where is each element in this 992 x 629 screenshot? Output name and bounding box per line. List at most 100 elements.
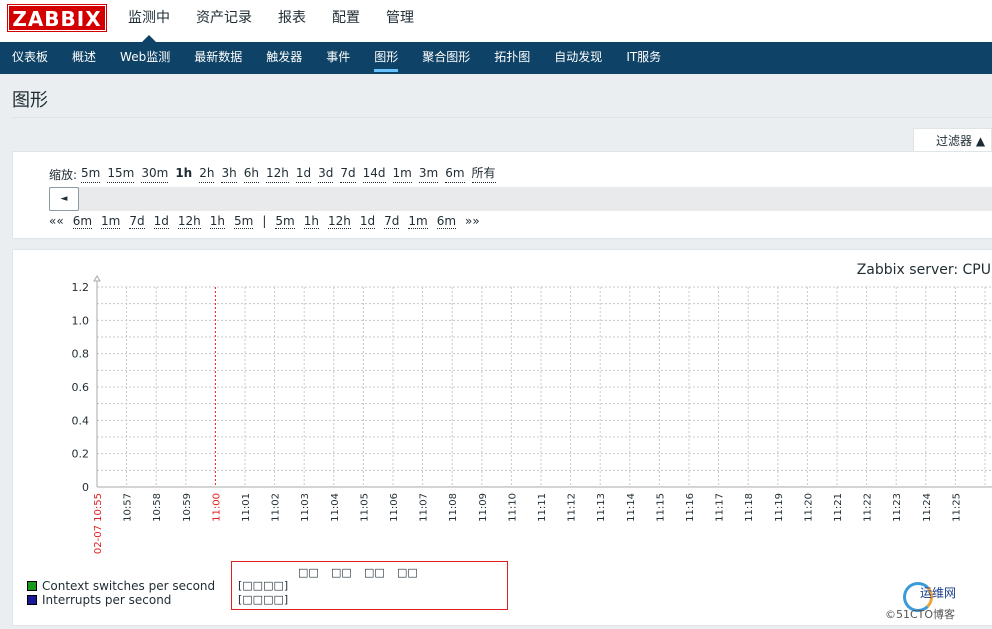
x-tick-label: 10:58 <box>152 493 163 522</box>
x-tick-label: 11:08 <box>448 493 459 522</box>
nav-back-option[interactable]: 6m <box>72 214 93 229</box>
y-tick-label: 0.8 <box>72 348 90 361</box>
legend-item-context-switches: Context switches per second <box>27 579 215 593</box>
x-tick-label: 11:15 <box>655 493 666 522</box>
x-tick-label: 11:19 <box>774 493 785 522</box>
x-tick-label: 11:07 <box>419 493 430 522</box>
subnav-item[interactable]: 事件 <box>314 42 362 74</box>
subnav-item[interactable]: 触发器 <box>254 42 314 74</box>
time-scrollbar[interactable]: ◄ <box>49 187 992 211</box>
filter-toggle-tab[interactable]: 过滤器 ▲ <box>913 128 992 152</box>
zoom-option[interactable]: 3h <box>221 166 237 183</box>
zoom-option[interactable]: 1d <box>295 166 312 183</box>
x-tick-label: 11:22 <box>863 493 874 522</box>
nav-forward-option[interactable]: 1h <box>303 214 319 229</box>
top-menu: 监测中 资产记录 报表 配置 管理 <box>118 0 430 42</box>
nav-back-option[interactable]: 12h <box>177 214 201 229</box>
legend-swatch-green <box>27 581 37 591</box>
subnav-item[interactable]: 聚合图形 <box>410 42 482 74</box>
nav-back-option[interactable]: 1m <box>101 214 121 229</box>
x-tick-label: 11:21 <box>833 493 844 522</box>
subnav-item[interactable]: IT服务 <box>614 42 673 74</box>
zoom-label: 缩放: <box>49 168 78 182</box>
nav-forward-option[interactable]: 7d <box>384 214 400 229</box>
nav-forward-option[interactable]: 1m <box>408 214 428 229</box>
legend-stats-table: □□ □□ □□ □□ [□□□□] [□□□□] <box>231 561 508 610</box>
x-tick-label: 11:24 <box>922 493 933 522</box>
zoom-option[interactable]: 6m <box>445 166 465 183</box>
zabbix-logo[interactable]: ZABBIX <box>7 4 107 32</box>
x-tick-label: 11:02 <box>271 493 282 522</box>
x-tick-label: 11:20 <box>803 493 814 522</box>
stats-col: □□ <box>331 566 352 579</box>
y-tick-label: 0.6 <box>72 381 90 394</box>
zoom-option[interactable]: 14d <box>362 166 386 183</box>
subnav-item[interactable]: 概述 <box>60 42 108 74</box>
y-tick-label: 1.0 <box>72 314 90 327</box>
watermark-text: 运维网 <box>920 586 957 600</box>
subnav-item[interactable]: 自动发现 <box>542 42 614 74</box>
nav-forward-option[interactable]: 12h <box>327 214 351 229</box>
x-tick-label: 11:11 <box>537 493 548 522</box>
zoom-option[interactable]: 2h <box>199 166 215 183</box>
zoom-option[interactable]: 30m <box>141 166 169 183</box>
sub-navigation: 仪表板 概述 Web监测 最新数据 触发器 事件 图形 聚合图形 拓扑图 自动发现 IT服务 <box>0 42 992 74</box>
x-tick-label: 11:03 <box>300 493 311 522</box>
x-tick-label: 10:57 <box>123 493 134 522</box>
x-tick-label: 11:25 <box>951 493 962 522</box>
subnav-item[interactable]: 拓扑图 <box>482 42 542 74</box>
x-tick-label: 11:16 <box>685 493 696 522</box>
zoom-option[interactable]: 3m <box>418 166 439 183</box>
x-tick-label: 11:04 <box>330 493 341 522</box>
x-tick-label: 11:18 <box>744 493 755 522</box>
nav-back-arrows[interactable]: «« <box>49 214 64 229</box>
stats-row: [□□□□] <box>238 593 289 606</box>
nav-forward-option[interactable]: 5m <box>275 214 295 229</box>
time-nav-row: «« 6m 1m 7d 1d 12h 1h 5m | 5m 1h 12h 1d 7d 1m 6m »» <box>49 214 489 229</box>
legend-swatch-blue <box>27 595 37 605</box>
x-tick-label: 11:05 <box>359 493 370 522</box>
top-menu-item[interactable]: 配置 <box>322 0 370 42</box>
y-tick-label: 0.2 <box>72 448 90 461</box>
stats-col: □□ <box>397 566 418 579</box>
nav-back-option[interactable]: 1d <box>153 214 169 229</box>
zoom-option[interactable]: 6h <box>243 166 259 183</box>
zoom-option[interactable]: 12h <box>265 166 289 183</box>
zoom-option[interactable]: 1h <box>175 166 192 183</box>
nav-forward-arrows[interactable]: »» <box>465 214 480 229</box>
nav-back-option[interactable]: 5m <box>234 214 254 229</box>
nav-forward-option[interactable]: 6m <box>436 214 457 229</box>
subnav-item[interactable]: 图形 <box>362 42 410 74</box>
zoom-option[interactable]: 1m <box>392 166 412 183</box>
zoom-option[interactable]: 7d <box>340 166 356 183</box>
subnav-item[interactable]: 最新数据 <box>182 42 254 74</box>
stats-row: [□□□□] <box>238 579 289 592</box>
filter-panel: 缩放: 5m 15m 30m 1h 2h 3h 6h 12h 1d 3d 7d 14d 1m 3m 6m 所有… <box>12 151 992 239</box>
stats-col: □□ <box>298 566 319 579</box>
zoom-option[interactable]: 15m <box>107 166 135 183</box>
stats-header: □□ □□ □□ □□ <box>298 566 430 579</box>
nav-back-option[interactable]: 7d <box>129 214 145 229</box>
zoom-option[interactable]: 3d <box>318 166 334 183</box>
scroll-left-button[interactable]: ◄ <box>49 187 79 211</box>
y-tick-label: 0 <box>82 481 89 494</box>
x-tick-label: 11:01 <box>241 493 252 522</box>
subnav-item[interactable]: 仪表板 <box>0 42 60 74</box>
nav-forward-option[interactable]: 1d <box>359 214 376 229</box>
y-tick-label: 0.4 <box>72 414 90 427</box>
subnav-item[interactable]: Web监测 <box>108 42 182 74</box>
zoom-row: 缩放: 5m 15m 30m 1h 2h 3h 6h 12h 1d 3d 7d 14d 1m 3m 6m 所有 <box>49 166 503 183</box>
top-menu-item[interactable]: 报表 <box>268 0 316 42</box>
graph-panel: 0 0.2 0.4 0.6 0.8 1.0 1.2 02-07 10:55 10:57 10:58… <box>12 249 992 626</box>
zoom-option[interactable]: 5m <box>81 166 101 183</box>
zoom-option[interactable]: 所有 <box>471 166 496 183</box>
page-title: 图形 <box>12 90 48 111</box>
top-menu-item[interactable]: 资产记录 <box>186 0 262 42</box>
y-tick-label: 1.2 <box>72 281 90 294</box>
x-tick-label: 11:09 <box>478 493 489 522</box>
legend-label: Interrupts per second <box>42 593 172 607</box>
x-tick-label: 11:12 <box>567 493 578 522</box>
top-menu-item[interactable]: 监测中 <box>118 0 180 42</box>
nav-back-option[interactable]: 1h <box>209 214 225 229</box>
top-menu-item[interactable]: 管理 <box>376 0 424 42</box>
